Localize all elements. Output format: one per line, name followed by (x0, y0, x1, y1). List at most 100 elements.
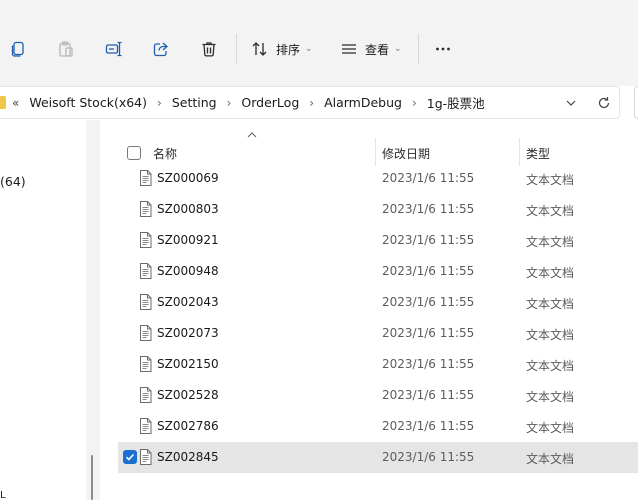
file-row[interactable]: SZ000948 2023/1/6 11:55 文本文档 (118, 256, 638, 287)
breadcrumb-separator-icon[interactable]: › (309, 96, 314, 110)
breadcrumb: « Weisoft Stock(x64) › Setting › OrderLo… (0, 87, 485, 118)
delete-icon (202, 42, 216, 57)
file-name: SZ002150 (157, 357, 219, 371)
file-modified-date: 2023/1/6 11:55 (382, 233, 475, 247)
file-modified-date: 2023/1/6 11:55 (382, 326, 475, 340)
text-file-icon (139, 201, 152, 217)
address-history-button[interactable] (562, 94, 580, 112)
text-file-icon (139, 356, 152, 372)
text-file-icon (139, 418, 152, 434)
file-row[interactable]: SZ000921 2023/1/6 11:55 文本文档 (118, 225, 638, 256)
checkmark-icon (125, 453, 135, 461)
file-type: 文本文档 (526, 297, 575, 311)
sort-button[interactable]: 排序 ⌄ (251, 33, 315, 65)
file-name: SZ000069 (157, 171, 219, 185)
column-header-date[interactable]: 修改日期 (382, 145, 430, 162)
file-type: 文本文档 (526, 173, 575, 187)
file-modified-date: 2023/1/6 11:55 (382, 419, 475, 433)
text-file-icon (139, 449, 152, 465)
share-button[interactable] (150, 33, 172, 65)
address-bar[interactable]: « Weisoft Stock(x64) › Setting › OrderLo… (0, 86, 620, 119)
breadcrumb-item[interactable]: Setting (172, 95, 217, 110)
chevron-down-icon: ⌄ (305, 44, 313, 54)
file-modified-date: 2023/1/6 11:55 (382, 171, 475, 185)
column-header-name[interactable]: 名称 (153, 145, 177, 162)
nav-scrollbar[interactable] (91, 455, 93, 500)
breadcrumb-separator-icon[interactable]: › (412, 96, 417, 110)
search-box[interactable] (634, 86, 638, 119)
view-button[interactable]: 查看 ⌄ (340, 33, 404, 65)
file-type: 文本文档 (526, 359, 575, 373)
file-name: SZ000948 (157, 264, 219, 278)
file-modified-date: 2023/1/6 11:55 (382, 450, 475, 464)
rename-icon (105, 41, 122, 57)
chevron-down-icon (566, 100, 576, 106)
text-file-icon (139, 170, 152, 186)
text-file-icon (139, 325, 152, 341)
view-label: 查看 (365, 42, 390, 57)
file-modified-date: 2023/1/6 11:55 (382, 295, 475, 309)
breadcrumb-separator-icon[interactable]: › (227, 96, 232, 110)
file-modified-date: 2023/1/6 11:55 (382, 264, 475, 278)
toolbar-divider (418, 34, 419, 64)
copy-button[interactable] (7, 33, 29, 65)
file-name: SZ000921 (157, 233, 219, 247)
nav-item-label[interactable]: L (0, 490, 6, 500)
nav-item-label[interactable]: (64) (0, 174, 26, 189)
file-row[interactable]: SZ002150 2023/1/6 11:55 文本文档 (118, 349, 638, 380)
text-file-icon (139, 232, 152, 248)
file-row[interactable]: SZ002043 2023/1/6 11:55 文本文档 (118, 287, 638, 318)
file-name: SZ002845 (157, 450, 219, 464)
file-name: SZ002043 (157, 295, 219, 309)
folder-icon (0, 96, 6, 109)
file-modified-date: 2023/1/6 11:55 (382, 202, 475, 216)
file-row[interactable]: SZ002073 2023/1/6 11:55 文本文档 (118, 318, 638, 349)
copy-icon (11, 41, 24, 57)
command-bar: 排序 ⌄ 查看 ⌄ (0, 0, 638, 86)
breadcrumb-item[interactable]: Weisoft Stock(x64) (29, 95, 147, 110)
breadcrumb-separator-icon[interactable]: › (157, 96, 162, 110)
pane-divider[interactable] (86, 120, 100, 500)
more-icon (436, 47, 450, 51)
text-file-icon (139, 387, 152, 403)
file-row[interactable]: SZ002528 2023/1/6 11:55 文本文档 (118, 380, 638, 411)
file-name: SZ002073 (157, 326, 219, 340)
delete-button[interactable] (198, 33, 220, 65)
file-type: 文本文档 (526, 266, 575, 280)
column-header-row: 名称 修改日期 类型 (100, 128, 638, 166)
select-all-checkbox[interactable] (127, 146, 141, 160)
file-row[interactable]: SZ002786 2023/1/6 11:55 文本文档 (118, 411, 638, 442)
text-file-icon (139, 263, 152, 279)
file-type: 文本文档 (526, 328, 575, 342)
file-name: SZ002786 (157, 419, 219, 433)
sort-label: 排序 (276, 42, 301, 57)
column-divider[interactable] (375, 138, 376, 166)
more-options-button[interactable] (432, 33, 454, 65)
breadcrumb-item[interactable]: OrderLog (241, 95, 299, 110)
paste-button[interactable] (55, 33, 77, 65)
row-checkbox[interactable] (123, 450, 137, 464)
text-file-icon (139, 294, 152, 310)
sort-ascending-icon (246, 131, 258, 139)
chevron-down-icon: ⌄ (394, 44, 402, 54)
refresh-icon (598, 97, 610, 109)
file-row[interactable]: SZ000069 2023/1/6 11:55 文本文档 (118, 163, 638, 194)
file-row[interactable]: SZ000803 2023/1/6 11:55 文本文档 (118, 194, 638, 225)
share-icon (153, 42, 168, 57)
file-list: 名称 修改日期 类型 SZ000069 2023/1/6 11:55 文本文档 SZ0… (100, 120, 638, 500)
breadcrumb-item[interactable]: 1g-股票池 (427, 93, 485, 112)
sort-icon (252, 42, 267, 56)
view-icon (342, 44, 356, 54)
column-divider[interactable] (519, 138, 520, 166)
file-modified-date: 2023/1/6 11:55 (382, 388, 475, 402)
rename-button[interactable] (103, 33, 125, 65)
breadcrumb-item[interactable]: AlarmDebug (324, 95, 402, 110)
file-type: 文本文档 (526, 390, 575, 404)
toolbar-divider (236, 34, 237, 64)
column-header-type[interactable]: 类型 (526, 145, 550, 162)
breadcrumb-overflow-button[interactable]: « (12, 96, 19, 110)
file-row[interactable]: SZ002845 2023/1/6 11:55 文本文档 (118, 442, 638, 473)
file-modified-date: 2023/1/6 11:55 (382, 357, 475, 371)
refresh-button[interactable] (595, 94, 613, 112)
file-type: 文本文档 (526, 452, 575, 466)
